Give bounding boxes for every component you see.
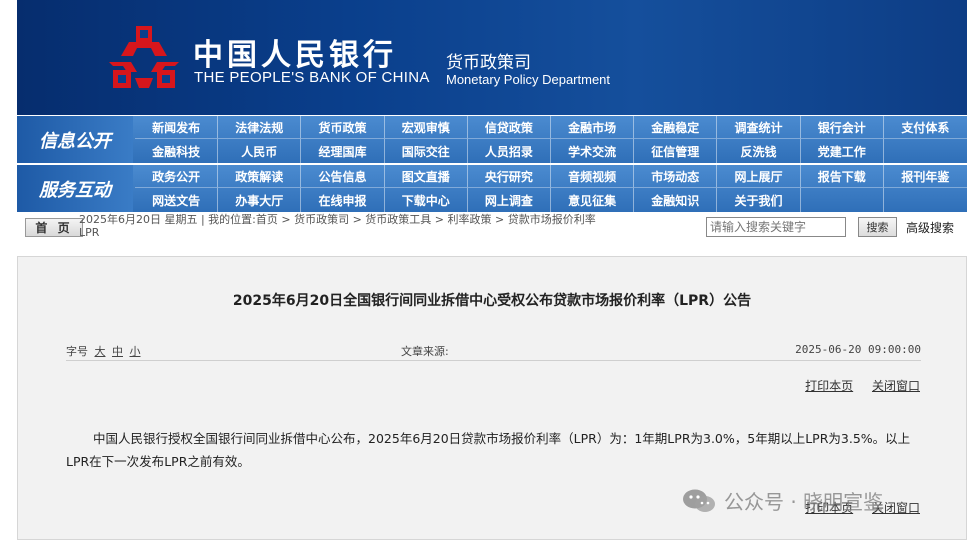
- font-medium-link[interactable]: 中: [112, 345, 123, 358]
- nav-item[interactable]: 学术交流: [551, 139, 635, 163]
- article-meta: 字号 大 中 小 文章来源: 2025-06-20 09:00:00: [66, 337, 921, 361]
- article-source: 文章来源:: [401, 345, 449, 358]
- nav-info-band: 信息公开 新闻发布 法律法规 货币政策 宏观审慎 信贷政策 金融市场 金融稳定 …: [17, 116, 967, 163]
- nav-item[interactable]: 网上调查: [468, 188, 551, 212]
- font-size-label: 字号: [66, 345, 88, 358]
- nav-item[interactable]: 市场动态: [634, 165, 718, 188]
- advanced-search-link[interactable]: 高级搜索: [906, 219, 954, 236]
- nav-item[interactable]: 经理国库: [301, 139, 385, 163]
- nav-service-band: 服务互动 政务公开 政策解读 公告信息 图文直播 央行研究 音频视频 市场动态 …: [17, 165, 967, 212]
- watermark-text: 公众号 · 晓明宣鉴: [724, 490, 884, 514]
- nav-info-title: 信息公开: [17, 116, 133, 163]
- nav-item[interactable]: 金融科技: [135, 139, 219, 163]
- article-actions-top: 打印本页 关闭窗口: [790, 377, 920, 394]
- breadcrumb-line[interactable]: LPR: [79, 226, 99, 239]
- nav-item[interactable]: 人员招录: [468, 139, 551, 163]
- search-input[interactable]: [706, 217, 846, 237]
- nav-item[interactable]: 调查统计: [717, 116, 801, 139]
- bank-name-en: THE PEOPLE'S BANK OF CHINA: [194, 69, 430, 86]
- print-link[interactable]: 打印本页: [805, 379, 853, 393]
- nav-item[interactable]: 反洗钱: [717, 139, 801, 163]
- nav-item[interactable]: 新闻发布: [135, 116, 219, 139]
- nav-item[interactable]: 网送文告: [135, 188, 219, 212]
- nav-item[interactable]: 货币政策: [301, 116, 385, 139]
- breadcrumb-line[interactable]: 2025年6月20日 星期五 | 我的位置:首页 > 货币政策司 > 货币政策工…: [79, 213, 596, 226]
- nav-item[interactable]: 国际交往: [385, 139, 468, 163]
- home-button[interactable]: 首 页: [25, 218, 83, 237]
- nav-item[interactable]: 宏观审慎: [384, 116, 468, 139]
- nav-item[interactable]: 央行研究: [467, 165, 551, 188]
- nav-info-grid: 新闻发布 法律法规 货币政策 宏观审慎 信贷政策 金融市场 金融稳定 调查统计 …: [135, 116, 967, 163]
- nav-item[interactable]: 报告下载: [800, 165, 884, 188]
- nav-service-grid: 政务公开 政策解读 公告信息 图文直播 央行研究 音频视频 市场动态 网上展厅 …: [135, 165, 967, 212]
- nav-item-empty: [801, 188, 884, 212]
- nav-item[interactable]: 意见征集: [551, 188, 635, 212]
- font-small-link[interactable]: 小: [130, 345, 141, 358]
- bank-name-cn: 中国人民银行: [193, 38, 397, 73]
- nav-item[interactable]: 关于我们: [717, 188, 801, 212]
- nav-item[interactable]: 报刊年鉴: [883, 165, 967, 188]
- nav-item[interactable]: 信贷政策: [467, 116, 551, 139]
- nav-service-title: 服务互动: [17, 165, 133, 212]
- article-body: 中国人民银行授权全国银行间同业拆借中心公布，2025年6月20日贷款市场报价利率…: [66, 431, 911, 469]
- wechat-icon: [683, 489, 715, 512]
- nav-item[interactable]: 支付体系: [883, 116, 967, 139]
- nav-item[interactable]: 征信管理: [634, 139, 718, 163]
- nav-item[interactable]: 图文直播: [384, 165, 468, 188]
- department-name-cn: 货币政策司: [446, 53, 531, 73]
- nav-item[interactable]: 在线申报: [301, 188, 385, 212]
- watermark: 公众号 · 晓明宣鉴: [682, 486, 883, 515]
- nav-item[interactable]: 网上展厅: [717, 165, 801, 188]
- department-name-en: Monetary Policy Department: [446, 72, 611, 87]
- nav-item[interactable]: 音频视频: [550, 165, 635, 188]
- nav-item-empty: [884, 188, 967, 212]
- nav-item[interactable]: 人民币: [218, 139, 302, 163]
- font-large-link[interactable]: 大: [95, 345, 106, 358]
- nav-item[interactable]: 办事大厅: [218, 188, 302, 212]
- nav-item[interactable]: 法律法规: [218, 116, 302, 139]
- nav-item[interactable]: 公告信息: [301, 165, 385, 188]
- search-button[interactable]: 搜索: [858, 217, 897, 237]
- nav-item[interactable]: 金融知识: [634, 188, 718, 212]
- pboc-logo-icon: [109, 26, 179, 88]
- breadcrumb: 2025年6月20日 星期五 | 我的位置:首页 > 货币政策司 > 货币政策工…: [79, 213, 699, 239]
- article-date: 2025-06-20 09:00:00: [795, 343, 921, 356]
- nav-item[interactable]: 政策解读: [218, 165, 302, 188]
- nav-item[interactable]: 银行会计: [800, 116, 884, 139]
- nav-item[interactable]: 政务公开: [135, 165, 219, 188]
- site-banner: 中国人民银行 THE PEOPLE'S BANK OF CHINA 货币政策司 …: [17, 0, 967, 115]
- article-title: 2025年6月20日全国银行间同业拆借中心受权公布贷款市场报价利率（LPR）公告: [232, 293, 752, 309]
- nav-item[interactable]: 下载中心: [385, 188, 468, 212]
- nav-item[interactable]: 金融稳定: [634, 116, 718, 139]
- close-window-link[interactable]: 关闭窗口: [872, 379, 920, 393]
- font-size-control: 字号 大 中 小: [66, 343, 141, 359]
- nav-item[interactable]: 金融市场: [550, 116, 635, 139]
- breadcrumb-bar: 首 页 2025年6月20日 星期五 | 我的位置:首页 > 货币政策司 > 货…: [17, 213, 967, 239]
- nav-item[interactable]: 党建工作: [801, 139, 884, 163]
- nav-item-empty: [884, 139, 967, 163]
